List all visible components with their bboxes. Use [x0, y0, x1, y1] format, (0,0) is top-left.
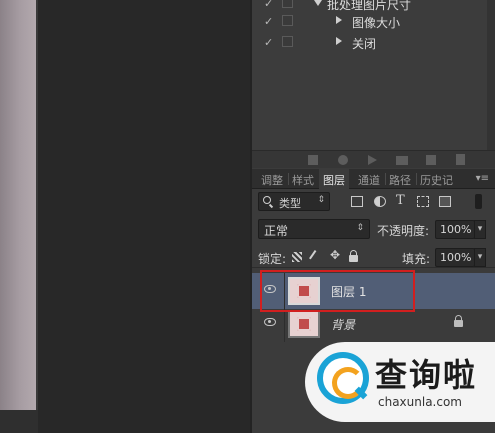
checkmark-icon[interactable]: ✓ — [264, 36, 274, 49]
actions-panel: ✓ 批处理图片尺寸 ✓ 图像大小 ✓ 关闭 — [252, 0, 495, 150]
opacity-input[interactable]: 100% — [435, 220, 475, 239]
lock-all-icon[interactable] — [349, 250, 358, 262]
watermark-title: 查询啦 — [375, 356, 478, 394]
layer-thumbnail — [288, 277, 320, 305]
type-layer-filter-icon[interactable]: T — [396, 193, 408, 208]
tab-channels[interactable]: 通道 — [358, 172, 380, 188]
search-logo-icon — [317, 352, 369, 404]
layer-lock-icon — [454, 315, 463, 327]
visibility-eye-icon[interactable] — [264, 318, 276, 326]
stop-icon[interactable] — [308, 155, 318, 165]
visibility-eye-icon[interactable] — [264, 285, 276, 293]
lock-image-pixels-icon[interactable] — [309, 250, 323, 264]
tab-layers[interactable]: 图层 — [319, 169, 349, 189]
record-icon[interactable] — [338, 155, 348, 165]
tab-divider — [288, 173, 289, 185]
chevron-right-icon[interactable] — [336, 37, 342, 45]
shape-layer-filter-icon[interactable] — [417, 196, 429, 207]
opacity-dropdown-button[interactable]: ▾ — [474, 220, 486, 239]
canvas-edge — [36, 0, 38, 410]
tab-divider — [416, 173, 417, 185]
eye-column-divider — [284, 273, 285, 309]
dialog-toggle-box[interactable] — [282, 15, 293, 26]
layer-name[interactable]: 图层 1 — [331, 283, 366, 300]
search-icon — [263, 196, 271, 204]
tab-adjustments[interactable]: 调整 — [261, 172, 283, 188]
filter-type-select[interactable]: 类型 ⇕ — [258, 192, 330, 211]
action-step-row[interactable]: ✓ 图像大小 — [252, 12, 487, 32]
layer-row-background[interactable]: 背景 — [252, 306, 495, 342]
play-icon[interactable] — [368, 155, 377, 165]
blend-mode-select[interactable]: 正常 ⇕ — [258, 219, 370, 239]
panel-menu-icon[interactable]: ▾≡ — [476, 173, 489, 184]
opacity-label: 不透明度: — [377, 224, 430, 238]
layer-name[interactable]: 背景 — [331, 316, 355, 333]
updown-arrows-icon: ⇕ — [317, 195, 325, 205]
tab-styles[interactable]: 样式 — [292, 172, 314, 188]
filter-toggle-switch[interactable] — [475, 194, 482, 209]
action-label: 关闭 — [352, 37, 377, 51]
tab-divider — [385, 173, 386, 185]
blend-row: 正常 ⇕ 不透明度: 100% ▾ — [252, 217, 495, 241]
actions-scrollbar[interactable] — [487, 0, 495, 150]
fill-input[interactable]: 100% — [435, 248, 475, 267]
updown-arrows-icon: ⇕ — [356, 223, 364, 233]
actions-toolbar — [252, 150, 495, 168]
lock-position-icon[interactable]: ✥ — [330, 248, 340, 262]
document-canvas[interactable] — [0, 0, 36, 410]
checkmark-icon[interactable]: ✓ — [264, 15, 274, 28]
panel-tabs: 调整 样式 图层 通道 路径 历史记 ▾≡ — [252, 169, 495, 189]
watermark-badge: 查询啦 chaxunla.com — [305, 342, 495, 422]
folder-icon[interactable] — [396, 156, 408, 165]
fill-label: 填充: — [402, 252, 431, 266]
dialog-toggle-box[interactable] — [282, 36, 293, 47]
pixel-layer-filter-icon[interactable] — [351, 196, 363, 207]
opacity-value: 100% — [440, 223, 472, 236]
lock-transparent-pixels-icon[interactable] — [292, 252, 302, 262]
eye-column-divider — [284, 306, 285, 342]
thumbnail-stamp-mark — [297, 284, 311, 298]
fill-value: 100% — [440, 251, 472, 264]
chevron-right-icon[interactable] — [336, 16, 342, 24]
chevron-down-icon[interactable] — [314, 0, 322, 6]
lock-label: 锁定: — [258, 252, 287, 266]
action-step-row[interactable]: ✓ 关闭 — [252, 33, 487, 53]
tab-paths[interactable]: 路径 — [389, 172, 411, 188]
layer-filter-row: 类型 ⇕ T — [252, 190, 495, 214]
thumbnail-stamp-mark — [297, 317, 311, 331]
watermark-url: chaxunla.com — [378, 395, 462, 409]
blend-mode-value: 正常 — [264, 224, 289, 238]
trash-icon[interactable] — [456, 154, 465, 165]
layer-row-layer-1[interactable]: 图层 1 — [252, 273, 495, 309]
tab-history[interactable]: 历史记 — [420, 172, 453, 188]
dialog-toggle-box[interactable] — [282, 0, 293, 8]
filter-type-label: 类型 — [279, 197, 301, 210]
action-label: 图像大小 — [352, 16, 401, 30]
layer-thumbnail — [288, 310, 320, 338]
checkmark-icon[interactable]: ✓ — [264, 0, 274, 10]
adjustment-layer-filter-icon[interactable] — [374, 196, 386, 207]
lock-row: 锁定: ✥ 填充: 100% ▾ — [252, 246, 495, 268]
canvas-bottom-bar — [0, 410, 38, 433]
new-action-icon[interactable] — [426, 155, 436, 165]
document-canvas-area[interactable] — [0, 0, 250, 433]
fill-dropdown-button[interactable]: ▾ — [474, 248, 486, 267]
smart-object-filter-icon[interactable] — [439, 196, 451, 207]
